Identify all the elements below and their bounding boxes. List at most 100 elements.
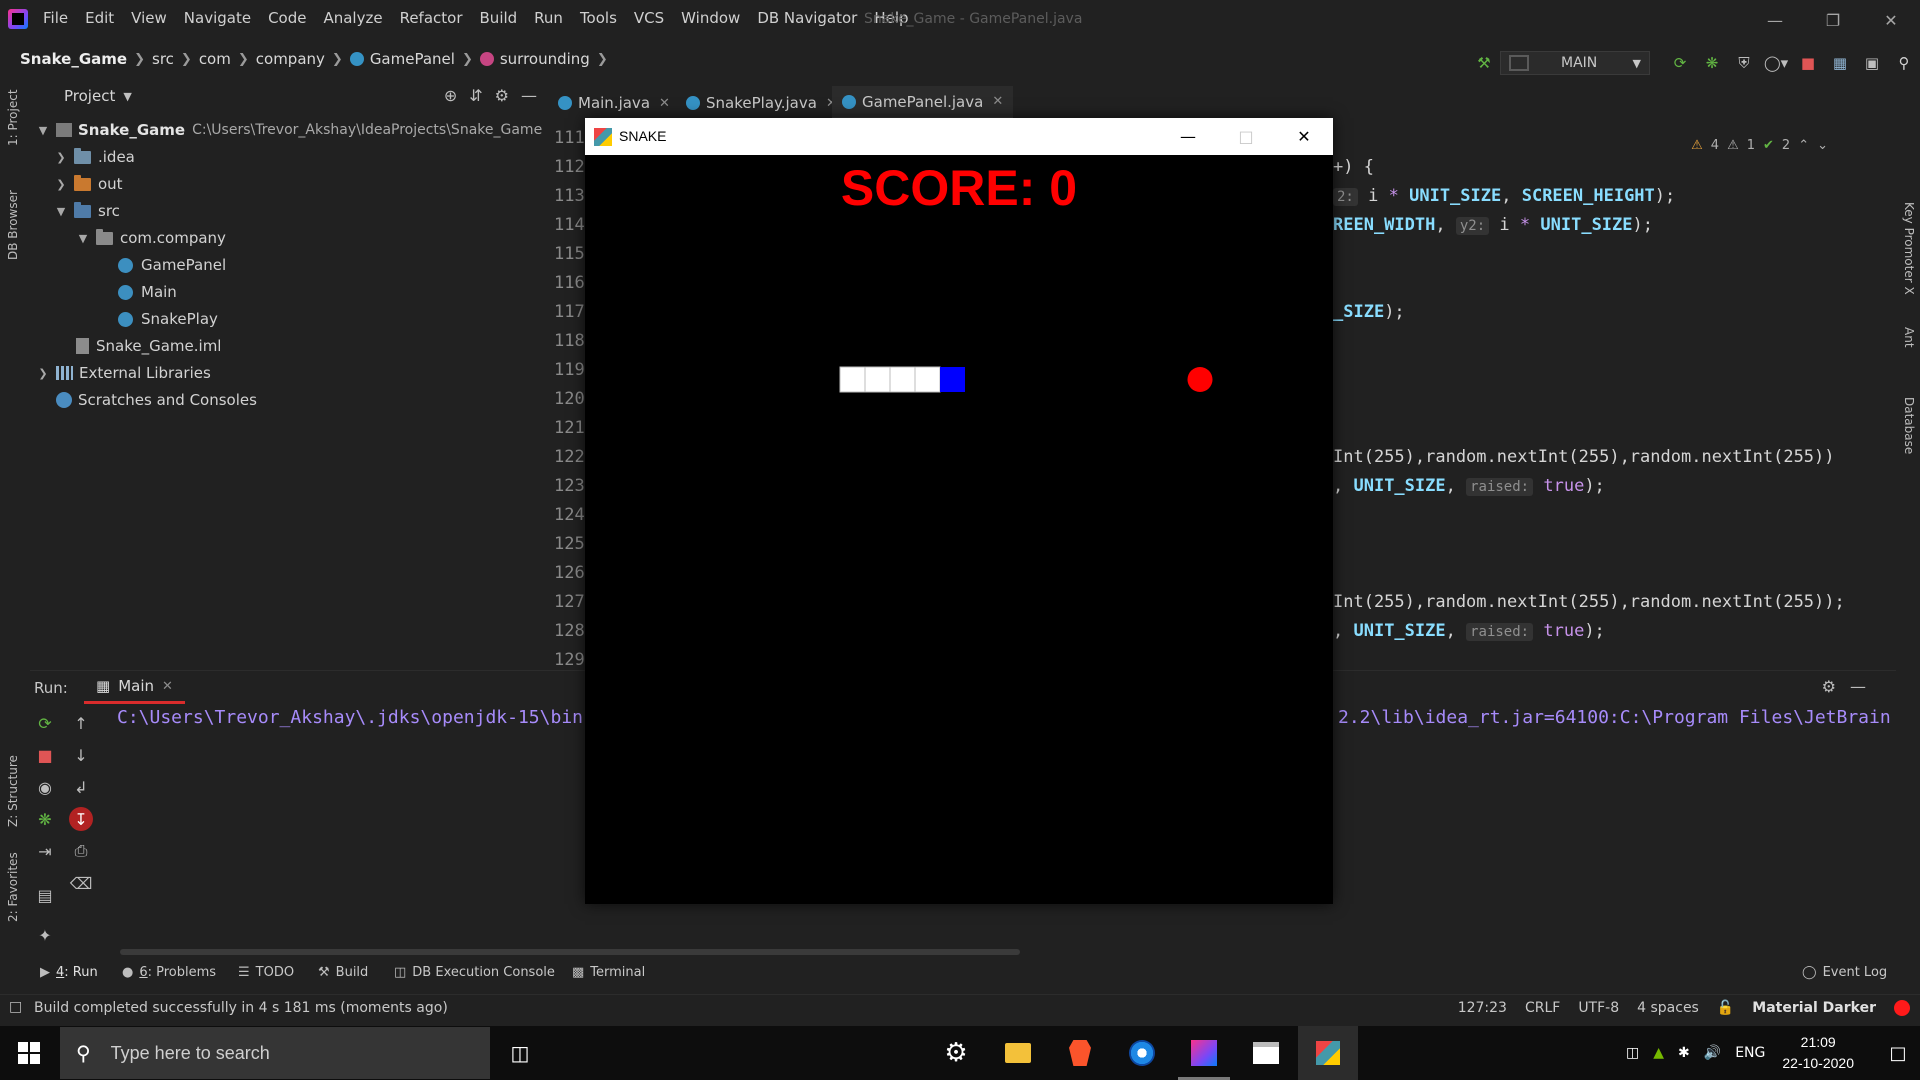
close-icon[interactable]: ✕ — [1275, 118, 1333, 155]
breadcrumb-company[interactable]: company — [256, 50, 325, 68]
menu-edit[interactable]: Edit — [85, 9, 114, 27]
chevron-up-icon[interactable]: ⌃ — [1798, 138, 1809, 153]
rerun-icon[interactable]: ⟳ — [33, 711, 57, 735]
menu-navigate[interactable]: Navigate — [184, 9, 251, 27]
camera-icon[interactable]: ◉ — [33, 775, 57, 799]
project-view-title[interactable]: Project — [64, 87, 115, 105]
menu-run[interactable]: Run — [534, 9, 563, 27]
taskbar-search[interactable]: ⚲ — [60, 1027, 490, 1079]
chevron-down-icon[interactable]: ⌄ — [1817, 138, 1828, 153]
hide-icon[interactable]: — — [521, 86, 537, 105]
minimize-icon[interactable]: — — [1746, 0, 1804, 40]
arrow-down-icon[interactable]: ↓ — [69, 743, 93, 767]
error-indicator-icon[interactable] — [1894, 1000, 1910, 1016]
rerun-icon[interactable]: ⟳ — [1664, 50, 1696, 76]
menu-tools[interactable]: Tools — [580, 9, 617, 27]
tree-item-scratches[interactable]: Scratches and Consoles — [56, 387, 257, 413]
taskbar-file-explorer[interactable] — [988, 1026, 1048, 1080]
search-input[interactable] — [108, 1041, 443, 1065]
tool-window-todo[interactable]: ☰ TODO — [238, 965, 294, 980]
tool-window-problems[interactable]: ● 6: Problems — [122, 965, 216, 980]
breadcrumb-class[interactable]: GamePanel — [349, 50, 455, 68]
chevron-down-icon[interactable]: ▼ — [76, 232, 90, 245]
breadcrumb-src[interactable]: src — [152, 50, 174, 68]
tree-item-package[interactable]: ▼ com.company — [76, 225, 226, 251]
menu-vcs[interactable]: VCS — [634, 9, 664, 27]
chevron-right-icon[interactable]: ❯ — [54, 151, 68, 164]
breadcrumb-method[interactable]: surrounding — [479, 50, 590, 68]
coverage-icon[interactable]: ⛨ — [1728, 50, 1760, 76]
exit-icon[interactable]: ⇥ — [33, 839, 57, 863]
tree-item-main[interactable]: Main — [118, 279, 177, 305]
line-separator[interactable]: CRLF — [1525, 1000, 1560, 1016]
snake-game-window[interactable]: SNAKE — □ ✕ SCORE: 0 — [585, 118, 1333, 904]
inspection-widget[interactable]: ⚠ 4 ⚠ 1 ✔ 2 ⌃ ⌄ — [1691, 138, 1828, 153]
tree-item-project-root[interactable]: ▼ Snake_Game C:\Users\Trevor_Akshay\Idea… — [36, 117, 542, 143]
pin-icon[interactable]: ✦ — [33, 923, 57, 947]
notification-icon[interactable]: □ — [1876, 1043, 1920, 1064]
tree-item-out[interactable]: ❯ out — [54, 171, 123, 197]
debug-icon[interactable]: ❋ — [1696, 50, 1728, 76]
menu-code[interactable]: Code — [268, 9, 306, 27]
menu-file[interactable]: File — [43, 9, 68, 27]
language-indicator[interactable]: ENG — [1735, 1045, 1765, 1061]
gear-icon[interactable]: ⚙ — [1822, 677, 1836, 696]
menu-db-navigator[interactable]: DB Navigator — [757, 9, 857, 27]
tab-gamepanel-java[interactable]: GamePanel.java ✕ — [832, 86, 1014, 120]
theme-label[interactable]: Material Darker — [1752, 1000, 1876, 1016]
chevron-down-icon[interactable]: ▼ — [54, 205, 68, 218]
tab-snakeplay-java[interactable]: SnakePlay.java ✕ — [676, 86, 847, 120]
stop-icon[interactable]: ■ — [1792, 50, 1824, 76]
stripe-db-browser[interactable]: DB Browser — [6, 190, 20, 260]
stripe-key-promoter[interactable]: Key Promoter X — [1902, 202, 1916, 295]
locate-icon[interactable]: ⊕ — [444, 86, 457, 105]
stop-icon[interactable]: ■ — [33, 743, 57, 767]
profile-icon[interactable]: ◯▾ — [1760, 50, 1792, 76]
tool-window-terminal[interactable]: ▩ Terminal — [572, 965, 645, 980]
restore-icon[interactable]: ❐ — [1804, 0, 1862, 40]
stripe-database[interactable]: Database — [1902, 397, 1916, 454]
game-board[interactable] — [585, 155, 1333, 904]
clock[interactable]: 21:09 22-10-2020 — [1782, 1032, 1854, 1074]
print-icon[interactable]: ⎙ — [69, 839, 93, 863]
menu-window[interactable]: Window — [681, 9, 740, 27]
tree-item-idea[interactable]: ❯ .idea — [54, 144, 135, 170]
stripe-ant[interactable]: Ant — [1902, 327, 1916, 348]
taskbar-intellij[interactable] — [1174, 1026, 1234, 1080]
tool-window-run[interactable]: ▶ 4: Run — [40, 965, 98, 980]
tool-window-db-console[interactable]: ◫ DB Execution Console — [394, 965, 555, 980]
search-icon[interactable]: ⚲ — [1888, 50, 1920, 76]
start-button[interactable] — [0, 1026, 58, 1080]
run-tab-main[interactable]: ▦ Main ✕ — [84, 671, 185, 704]
tool-window-build[interactable]: ⚒ Build — [318, 965, 368, 980]
arrow-up-icon[interactable]: ↑ — [69, 711, 93, 735]
gear-icon[interactable]: ⚙ — [495, 86, 509, 105]
hide-icon[interactable]: — — [1850, 677, 1866, 696]
snake-titlebar[interactable]: SNAKE — □ ✕ — [585, 118, 1333, 155]
chevron-down-icon[interactable]: ▼ — [123, 90, 131, 103]
project-structure-icon[interactable]: ▦ — [1824, 50, 1856, 76]
volume-icon[interactable]: 🔊 — [1704, 1045, 1721, 1061]
menu-analyze[interactable]: Analyze — [323, 9, 382, 27]
trash-icon[interactable]: ⌫ — [69, 871, 93, 895]
layout-icon[interactable]: ▤ — [33, 883, 57, 907]
taskbar-java-snake[interactable] — [1298, 1026, 1358, 1080]
taskbar-settings[interactable]: ⚙ — [926, 1026, 986, 1080]
menu-view[interactable]: View — [131, 9, 167, 27]
battery-icon[interactable]: ◫ — [1626, 1045, 1639, 1061]
bluetooth-icon[interactable]: ✱ — [1678, 1045, 1690, 1061]
taskbar-brave[interactable] — [1050, 1026, 1110, 1080]
debug-icon[interactable]: ❋ — [33, 807, 57, 831]
close-tab-icon[interactable]: ✕ — [992, 94, 1003, 109]
task-view-button[interactable]: ◫ — [490, 1026, 550, 1080]
breadcrumb-com[interactable]: com — [199, 50, 231, 68]
stripe-favorites[interactable]: 2: Favorites — [6, 852, 20, 922]
taskbar-video-editor[interactable] — [1236, 1026, 1296, 1080]
stripe-structure[interactable]: Z: Structure — [6, 755, 20, 827]
tree-item-snakeplay[interactable]: SnakePlay — [118, 306, 218, 332]
stripe-project[interactable]: 1: Project — [6, 89, 20, 146]
collapse-all-icon[interactable]: ⇵ — [469, 86, 482, 105]
chevron-down-icon[interactable]: ▼ — [36, 124, 50, 137]
close-tab-icon[interactable]: ✕ — [162, 679, 173, 694]
caret-position[interactable]: 127:23 — [1458, 1000, 1507, 1016]
